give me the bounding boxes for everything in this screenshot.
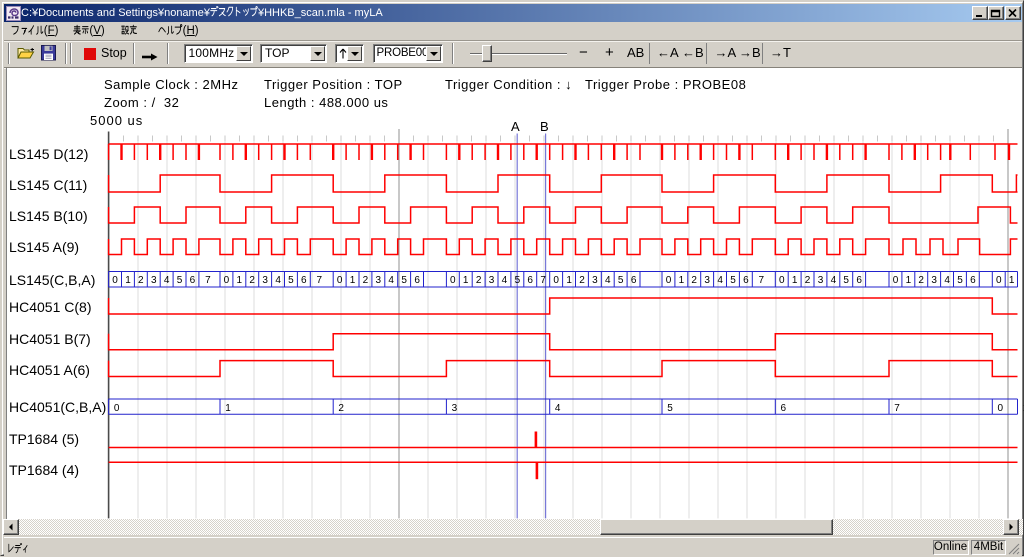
svg-text:2: 2	[363, 275, 369, 286]
svg-text:4: 4	[388, 275, 394, 286]
svg-text:3: 3	[931, 275, 937, 286]
svg-text:1: 1	[125, 275, 131, 286]
svg-text:2: 2	[691, 275, 697, 286]
svg-text:5: 5	[667, 403, 673, 414]
svg-text:4: 4	[275, 275, 281, 286]
svg-text:1: 1	[792, 275, 798, 286]
svg-text:2: 2	[338, 403, 344, 414]
svg-text:6: 6	[301, 275, 307, 286]
svg-text:4: 4	[502, 275, 508, 286]
svg-text:0: 0	[450, 275, 456, 286]
svg-text:5: 5	[843, 275, 849, 286]
svg-text:5: 5	[957, 275, 963, 286]
svg-text:6: 6	[190, 275, 196, 286]
svg-text:5: 5	[177, 275, 183, 286]
svg-text:4: 4	[831, 275, 837, 286]
svg-text:3: 3	[452, 403, 458, 414]
svg-text:0: 0	[893, 275, 899, 286]
svg-text:6: 6	[970, 275, 976, 286]
svg-text:0: 0	[337, 275, 343, 286]
svg-text:4: 4	[605, 275, 611, 286]
svg-text:3: 3	[376, 275, 382, 286]
svg-text:1: 1	[1009, 275, 1015, 286]
svg-text:1: 1	[350, 275, 356, 286]
svg-text:3: 3	[151, 275, 157, 286]
svg-text:7: 7	[540, 275, 546, 286]
svg-text:0: 0	[996, 275, 1002, 286]
svg-text:4: 4	[164, 275, 170, 286]
svg-text:5: 5	[730, 275, 736, 286]
svg-text:1: 1	[906, 275, 912, 286]
svg-text:0: 0	[666, 275, 672, 286]
svg-text:0: 0	[224, 275, 230, 286]
svg-text:7: 7	[317, 275, 323, 286]
svg-text:5: 5	[401, 275, 407, 286]
svg-text:5: 5	[618, 275, 624, 286]
svg-text:6: 6	[856, 275, 862, 286]
svg-text:1: 1	[463, 275, 469, 286]
svg-text:2: 2	[805, 275, 811, 286]
svg-text:7: 7	[759, 275, 765, 286]
svg-text:1: 1	[225, 403, 231, 414]
svg-text:0: 0	[114, 403, 120, 414]
svg-text:1: 1	[566, 275, 572, 286]
svg-text:4: 4	[717, 275, 723, 286]
svg-text:7: 7	[205, 275, 211, 286]
svg-text:3: 3	[489, 275, 495, 286]
svg-text:2: 2	[138, 275, 144, 286]
svg-text:1: 1	[237, 275, 243, 286]
svg-text:2: 2	[476, 275, 482, 286]
svg-text:3: 3	[704, 275, 710, 286]
svg-text:6: 6	[527, 275, 533, 286]
svg-text:3: 3	[592, 275, 598, 286]
svg-text:6: 6	[414, 275, 420, 286]
svg-text:4: 4	[555, 403, 561, 414]
svg-text:2: 2	[918, 275, 924, 286]
svg-text:0: 0	[998, 403, 1004, 414]
svg-text:1: 1	[679, 275, 685, 286]
svg-text:2: 2	[579, 275, 585, 286]
svg-text:2: 2	[249, 275, 255, 286]
svg-text:0: 0	[112, 275, 118, 286]
svg-text:5: 5	[288, 275, 294, 286]
svg-text:6: 6	[631, 275, 637, 286]
svg-text:4: 4	[944, 275, 950, 286]
svg-text:7: 7	[894, 403, 900, 414]
svg-text:6: 6	[743, 275, 749, 286]
svg-text:6: 6	[781, 403, 787, 414]
svg-text:5: 5	[515, 275, 521, 286]
svg-text:3: 3	[262, 275, 268, 286]
svg-text:0: 0	[553, 275, 559, 286]
svg-text:3: 3	[818, 275, 824, 286]
svg-text:0: 0	[779, 275, 785, 286]
